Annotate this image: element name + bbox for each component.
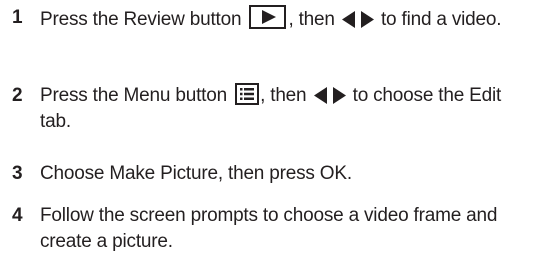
step-number: 1 (12, 7, 23, 28)
step-text-part: , then (288, 9, 335, 30)
step-text-part: Press the Menu button (40, 85, 227, 106)
step-1: 1 Press the Review button , then to find… (12, 5, 537, 33)
step-3: 3 Choose Make Picture, then press OK. (12, 161, 537, 187)
step-text-part: Press the Review button (40, 9, 242, 30)
step-2: 2 Press the Menu button , then to choose… (12, 83, 537, 135)
left-right-arrows-icon (313, 87, 346, 104)
step-4: 4 Follow the screen prompts to choose a … (12, 203, 537, 255)
instruction-steps: 1 Press the Review button , then to find… (0, 0, 545, 262)
left-right-arrows-icon (341, 11, 374, 28)
step-number: 3 (12, 163, 23, 184)
step-text: Press the Menu button , then to choose t… (40, 83, 537, 135)
step-text: Follow the screen prompts to choose a vi… (40, 205, 498, 252)
review-button-icon (249, 5, 287, 29)
menu-button-icon (235, 83, 260, 105)
step-text: Choose Make Picture, then press OK. (40, 163, 352, 184)
step-text: Press the Review button , then to find a… (40, 5, 537, 33)
step-text-part: , then (260, 85, 307, 106)
step-number: 4 (12, 205, 23, 226)
step-number: 2 (12, 85, 23, 106)
step-text-part: to find a video. (380, 9, 502, 30)
